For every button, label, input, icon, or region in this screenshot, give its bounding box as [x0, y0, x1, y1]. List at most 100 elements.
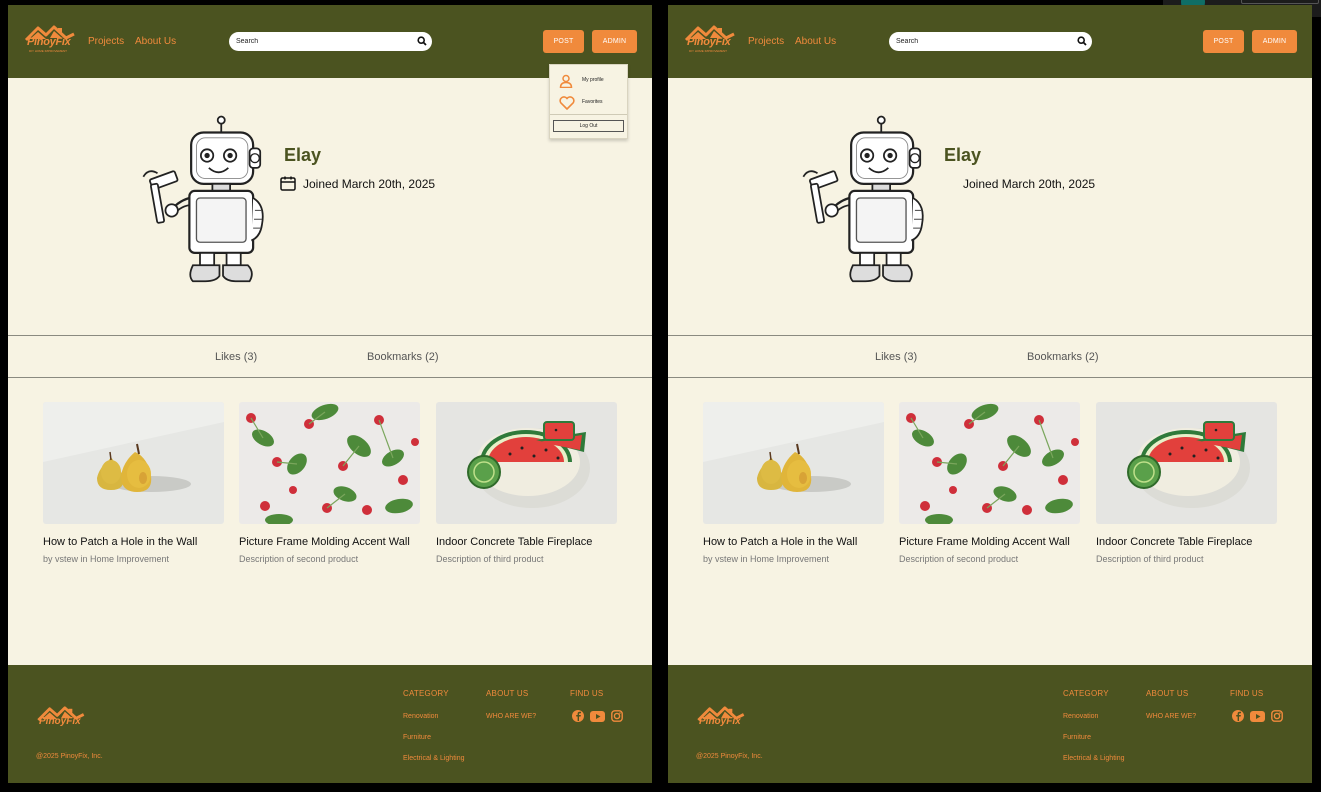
joined-date: Joined March 20th, 2025 [963, 177, 1096, 191]
tab-bookmarks[interactable]: Bookmarks (2) [367, 351, 439, 363]
logo[interactable]: PinoyFix DIY HOME IMPROVEMENT [684, 24, 736, 54]
footer-link-furniture[interactable]: Furniture [403, 734, 431, 741]
profile-name: Elay [284, 145, 322, 165]
menu-item-label: My profile [582, 77, 604, 83]
post-button[interactable]: POST [543, 30, 584, 53]
card-title[interactable]: How to Patch a Hole in the Wall [703, 536, 857, 548]
tab-bookmarks[interactable]: Bookmarks (2) [1027, 351, 1099, 363]
search-icon[interactable] [1077, 36, 1087, 46]
logo-text: PinoyFix [687, 36, 731, 48]
card-title[interactable]: Indoor Concrete Table Fireplace [436, 536, 592, 548]
robot-avatar [142, 115, 264, 283]
card-title[interactable]: How to Patch a Hole in the Wall [43, 536, 197, 548]
card-description: Description of second product [239, 554, 359, 564]
footer-link-electrical[interactable]: Electrical & Lighting [1063, 755, 1124, 762]
pears-photo [703, 402, 884, 524]
footer-link-renovation[interactable]: Renovation [1063, 713, 1098, 720]
watermelon-photo [1096, 402, 1277, 524]
card-image[interactable] [43, 402, 224, 524]
facebook-icon[interactable] [572, 710, 584, 722]
card-title[interactable]: Picture Frame Molding Accent Wall [239, 536, 410, 548]
logo-tagline: DIY HOME IMPROVEMENT [29, 49, 67, 53]
admin-button[interactable]: ADMIN [592, 30, 637, 53]
instagram-icon[interactable] [1271, 710, 1283, 722]
overlay-bar [1241, 0, 1319, 4]
user-icon [559, 74, 573, 88]
footer-link-electrical[interactable]: Electrical & Lighting [403, 755, 464, 762]
card-description: Description of third product [1096, 554, 1204, 564]
footer-link-renovation[interactable]: Renovation [403, 713, 438, 720]
page-frame-right: PinoyFix DIY HOME IMPROVEMENT Projects A… [668, 5, 1312, 783]
footer-logo[interactable]: PinoyFix [36, 705, 86, 735]
logo-text: PinoyFix [39, 716, 81, 727]
card-title[interactable]: Indoor Concrete Table Fireplace [1096, 536, 1252, 548]
divider [668, 377, 1312, 378]
search-bar [229, 32, 432, 51]
footer-find-heading: FIND US [570, 689, 604, 698]
card-image[interactable] [899, 402, 1080, 524]
youtube-icon[interactable] [590, 710, 605, 723]
nav-about-us[interactable]: About Us [135, 36, 176, 47]
menu-item-favorites[interactable]: Favorites [550, 93, 627, 113]
card-description: by vstew in Home Improvement [703, 554, 830, 564]
tab-likes[interactable]: Likes (3) [215, 351, 257, 363]
facebook-icon[interactable] [1232, 710, 1244, 722]
footer-link-furniture[interactable]: Furniture [1063, 734, 1091, 741]
card-title[interactable]: Picture Frame Molding Accent Wall [899, 536, 1070, 548]
divider [668, 335, 1312, 336]
card-image[interactable] [703, 402, 884, 524]
joined-date: Joined March 20th, 2025 [303, 177, 436, 191]
menu-item-my-profile[interactable]: My profile [550, 71, 627, 91]
footer-category-heading: CATEGORY [403, 689, 449, 698]
search-icon[interactable] [417, 36, 427, 46]
search-input[interactable] [896, 35, 1066, 48]
footer: PinoyFix @2025 PinoyFix, Inc. CATEGORY R… [668, 665, 1312, 783]
footer: PinoyFix @2025 PinoyFix, Inc. CATEGORY R… [8, 665, 652, 783]
watermelon-photo [436, 402, 617, 524]
footer-category-heading: CATEGORY [1063, 689, 1109, 698]
card-description: Description of second product [899, 554, 1019, 564]
divider [8, 377, 652, 378]
card-description: Description of third product [436, 554, 544, 564]
logo-text: PinoyFix [699, 716, 741, 727]
admin-dropdown-menu: My profile Favorites Log Out [549, 64, 628, 139]
menu-divider [550, 114, 627, 115]
radishes-photo [899, 402, 1080, 524]
instagram-icon[interactable] [611, 710, 623, 722]
header: PinoyFix DIY HOME IMPROVEMENT Projects A… [668, 5, 1312, 78]
card-image[interactable] [436, 402, 617, 524]
search-input[interactable] [236, 35, 406, 48]
card-image[interactable] [239, 402, 420, 524]
footer-find-heading: FIND US [1230, 689, 1264, 698]
post-button[interactable]: POST [1203, 30, 1244, 53]
card-description: by vstew in Home Improvement [43, 554, 170, 564]
divider [8, 335, 652, 336]
radishes-photo [239, 402, 420, 524]
profile-name: Elay [944, 145, 982, 165]
nav-about-us[interactable]: About Us [795, 36, 836, 47]
pears-photo [43, 402, 224, 524]
copyright: @2025 PinoyFix, Inc. [696, 753, 763, 760]
admin-button[interactable]: ADMIN [1252, 30, 1297, 53]
footer-about-heading: ABOUT US [486, 689, 529, 698]
logo[interactable]: PinoyFix DIY HOME IMPROVEMENT [24, 24, 76, 54]
menu-item-label: Favorites [582, 99, 603, 105]
calendar-icon [280, 176, 296, 191]
robot-avatar [802, 115, 924, 283]
copyright: @2025 PinoyFix, Inc. [36, 753, 103, 760]
youtube-icon[interactable] [1250, 710, 1265, 723]
nav-projects[interactable]: Projects [88, 36, 124, 47]
heart-icon [559, 96, 575, 110]
footer-about-heading: ABOUT US [1146, 689, 1189, 698]
tab-likes[interactable]: Likes (3) [875, 351, 917, 363]
nav-projects[interactable]: Projects [748, 36, 784, 47]
logout-button[interactable]: Log Out [553, 120, 624, 132]
card-image[interactable] [1096, 402, 1277, 524]
logo-tagline: DIY HOME IMPROVEMENT [689, 49, 727, 53]
logo-text: PinoyFix [27, 36, 71, 48]
footer-logo[interactable]: PinoyFix [696, 705, 746, 735]
footer-link-who-are-we[interactable]: WHO ARE WE? [486, 713, 536, 720]
page-frame-left: PinoyFix DIY HOME IMPROVEMENT Projects A… [8, 5, 652, 783]
search-bar [889, 32, 1092, 51]
footer-link-who-are-we[interactable]: WHO ARE WE? [1146, 713, 1196, 720]
